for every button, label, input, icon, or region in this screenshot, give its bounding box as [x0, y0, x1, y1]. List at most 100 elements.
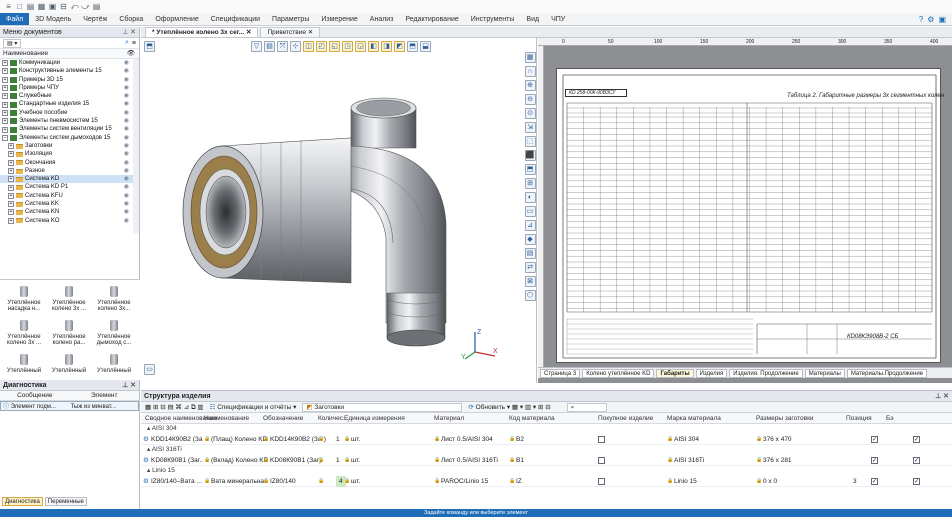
view-tool-icon[interactable]: ⊕ — [524, 80, 536, 91]
sheet-tab[interactable]: Изделия. Продолжение — [729, 368, 803, 378]
tree-item[interactable]: + Заготовки ◉ — [0, 142, 133, 150]
tree-item[interactable]: + Конструктивные элементы 15 ◉ — [0, 67, 133, 75]
eye-icon[interactable]: ◉ — [124, 59, 129, 67]
expand-icon[interactable]: + — [2, 76, 8, 83]
eye-icon[interactable]: ◉ — [124, 76, 129, 84]
view-tool-icon[interactable]: ◐ — [524, 192, 536, 203]
view-tool-icon[interactable]: ⬒ — [524, 164, 536, 175]
quick-access-icon[interactable]: ⊟ — [59, 2, 68, 11]
sheet-tab[interactable]: Материалы.Продолжение — [846, 368, 928, 378]
view-tool-icon[interactable]: ⇲ — [524, 122, 536, 133]
expand-icon[interactable]: + — [2, 101, 8, 108]
column-header[interactable]: Наименование — [204, 413, 249, 424]
expand-icon[interactable]: + — [8, 184, 14, 191]
view-tool-icon[interactable]: ◆ — [524, 234, 536, 245]
tree-item[interactable]: + Система KFU ◉ — [0, 192, 133, 200]
quick-access-icon[interactable]: ⤺ — [70, 2, 79, 11]
gallery-item[interactable]: Утеплённый — [47, 354, 91, 374]
sheet-tab[interactable]: Габариты — [656, 368, 694, 378]
ribbon-tab[interactable]: Инструменты — [465, 13, 521, 25]
tree-item[interactable]: + Элементы систем вентиляции 15 ◉ — [0, 125, 133, 133]
tree-item[interactable]: + Разное ◉ — [0, 167, 133, 175]
view-tool-icon[interactable]: ⊙ — [524, 108, 536, 119]
quick-access-icon[interactable]: ≡ — [4, 2, 13, 11]
quick-access-icon[interactable]: ▤ — [26, 2, 35, 11]
pin-icon[interactable]: ⊥ ✕ — [122, 27, 139, 37]
tree-item[interactable]: + Стандартные изделия 15 ◉ — [0, 100, 133, 108]
filter-select[interactable]: ◩ Заготовки — [302, 402, 463, 412]
column-header[interactable]: Бэ — [886, 413, 894, 424]
eye-icon[interactable]: ◉ — [124, 109, 129, 117]
eye-icon[interactable]: ◉ — [124, 208, 129, 216]
view-tool-icon[interactable]: ⊖ — [524, 94, 536, 105]
tree-item[interactable]: + Система KK ◉ — [0, 200, 133, 208]
ribbon-tab[interactable]: Анализ — [364, 13, 400, 25]
view-tool-icon[interactable]: ⇄ — [524, 262, 536, 273]
column-header[interactable]: Код материала — [509, 413, 555, 424]
tree-item[interactable]: + Коммуникации ◉ — [0, 59, 133, 67]
quick-access-icon[interactable]: ▦ — [37, 2, 46, 11]
column-header[interactable]: Обозначение — [263, 413, 303, 424]
tree-view-icon[interactable]: ▦ ⊞ ⊟ ▤ ⌘ ⊿ ⧉ ▥ — [145, 403, 204, 412]
close-structure-icon[interactable]: ⊥ ✕ — [935, 391, 952, 401]
ribbon-tab[interactable]: Параметры — [266, 13, 315, 25]
expand-icon[interactable]: + — [8, 217, 14, 224]
expand-icon[interactable]: + — [2, 126, 8, 133]
sheet-tab[interactable]: Изделия — [695, 368, 728, 378]
group-row[interactable]: ▴ Linio 15 — [141, 466, 952, 476]
group-row[interactable]: ▴ AISI 316Ti — [141, 445, 952, 455]
view-tool-icon[interactable]: ⬛ — [524, 150, 536, 161]
ribbon-tab[interactable]: 3D Модель — [29, 13, 77, 25]
ribbon-tab[interactable]: Чертёж — [77, 13, 113, 25]
include-checkbox[interactable]: ✓ — [871, 434, 878, 445]
expand-icon[interactable]: + — [2, 93, 8, 100]
expand-icon[interactable]: + — [2, 60, 8, 67]
gallery-item[interactable]: Утеплённый — [2, 354, 46, 374]
sheet-tab[interactable]: Материалы — [804, 368, 845, 378]
expand-icon[interactable]: + — [2, 109, 8, 116]
gallery-item[interactable]: Утеплённое колено 3х ... — [2, 320, 46, 346]
ribbon-tab[interactable]: Файл — [0, 13, 30, 25]
drawing-sheet[interactable]: КD 258-00К-90ВЗСУ Таблица 2. Габаритные … — [556, 68, 944, 363]
tab-document-elbow[interactable]: * Утеплённое колено 3х сег... ✕ — [145, 27, 259, 37]
ribbon-tab[interactable]: Сборка — [113, 13, 149, 25]
ribbon-tab[interactable]: Измерение — [315, 13, 363, 25]
expand-icon[interactable]: + — [8, 159, 14, 166]
gallery-item[interactable]: Утеплённое колено ра... — [47, 320, 91, 346]
expand-icon[interactable]: + — [8, 192, 14, 199]
column-header[interactable]: Позиция — [846, 413, 872, 424]
zoom-window-icon[interactable]: ▭ — [144, 364, 155, 375]
view-tool-icon[interactable]: ▦ — [524, 52, 536, 63]
column-header[interactable]: Материал — [434, 413, 464, 424]
include-checkbox[interactable]: ✓ — [871, 455, 878, 466]
eye-icon[interactable]: ◉ — [124, 84, 129, 92]
view-tool-icon[interactable]: ⊿ — [524, 220, 536, 231]
quick-access-icon[interactable]: ⤻ — [81, 2, 90, 11]
be-checkbox[interactable]: ✓ — [913, 434, 920, 445]
window-icon[interactable]: ▣ — [938, 15, 946, 24]
column-header[interactable]: Покупное изделие — [598, 413, 653, 424]
column-header[interactable]: Размеры заготовки — [756, 413, 814, 424]
eye-icon[interactable]: ◉ — [124, 142, 129, 150]
sheet-tab[interactable]: Колено утеплённое KD — [582, 368, 655, 378]
expand-icon[interactable]: + — [2, 68, 8, 75]
drawing-viewport[interactable]: 0 50 100 150 200 250 300 350 400 КD 258-00К-90ВЗ… — [538, 38, 952, 383]
eye-icon[interactable]: ◉ — [124, 125, 129, 133]
tree-item[interactable]: + Система KD ◉ — [0, 175, 133, 184]
expand-icon[interactable]: + — [8, 143, 14, 150]
be-checkbox[interactable]: ✓ — [913, 455, 920, 466]
eye-icon[interactable]: ◉ — [124, 167, 129, 175]
tree-item[interactable]: − Элементы систем дымоходов 15 ◉ — [0, 134, 133, 142]
table-row[interactable]: IZ80/140–Вата ... Вата минеральная 🔒 IZ80/1… — [141, 476, 952, 487]
tree-item[interactable]: + Служебные ◉ — [0, 92, 133, 100]
eye-icon[interactable]: ◉ — [124, 117, 129, 125]
column-header[interactable]: Единица измерения — [344, 413, 405, 424]
help-icon[interactable]: ? — [919, 15, 923, 24]
purchased-checkbox[interactable] — [598, 476, 605, 487]
expand-icon[interactable]: + — [8, 168, 14, 174]
purchased-checkbox[interactable] — [598, 455, 605, 466]
expand-icon[interactable]: + — [2, 85, 8, 92]
gear-icon[interactable]: ⚙ — [927, 15, 934, 24]
group-row[interactable]: ▴ AISI 304 — [141, 424, 952, 434]
tree-item[interactable]: + Изоляция ◉ — [0, 150, 133, 158]
